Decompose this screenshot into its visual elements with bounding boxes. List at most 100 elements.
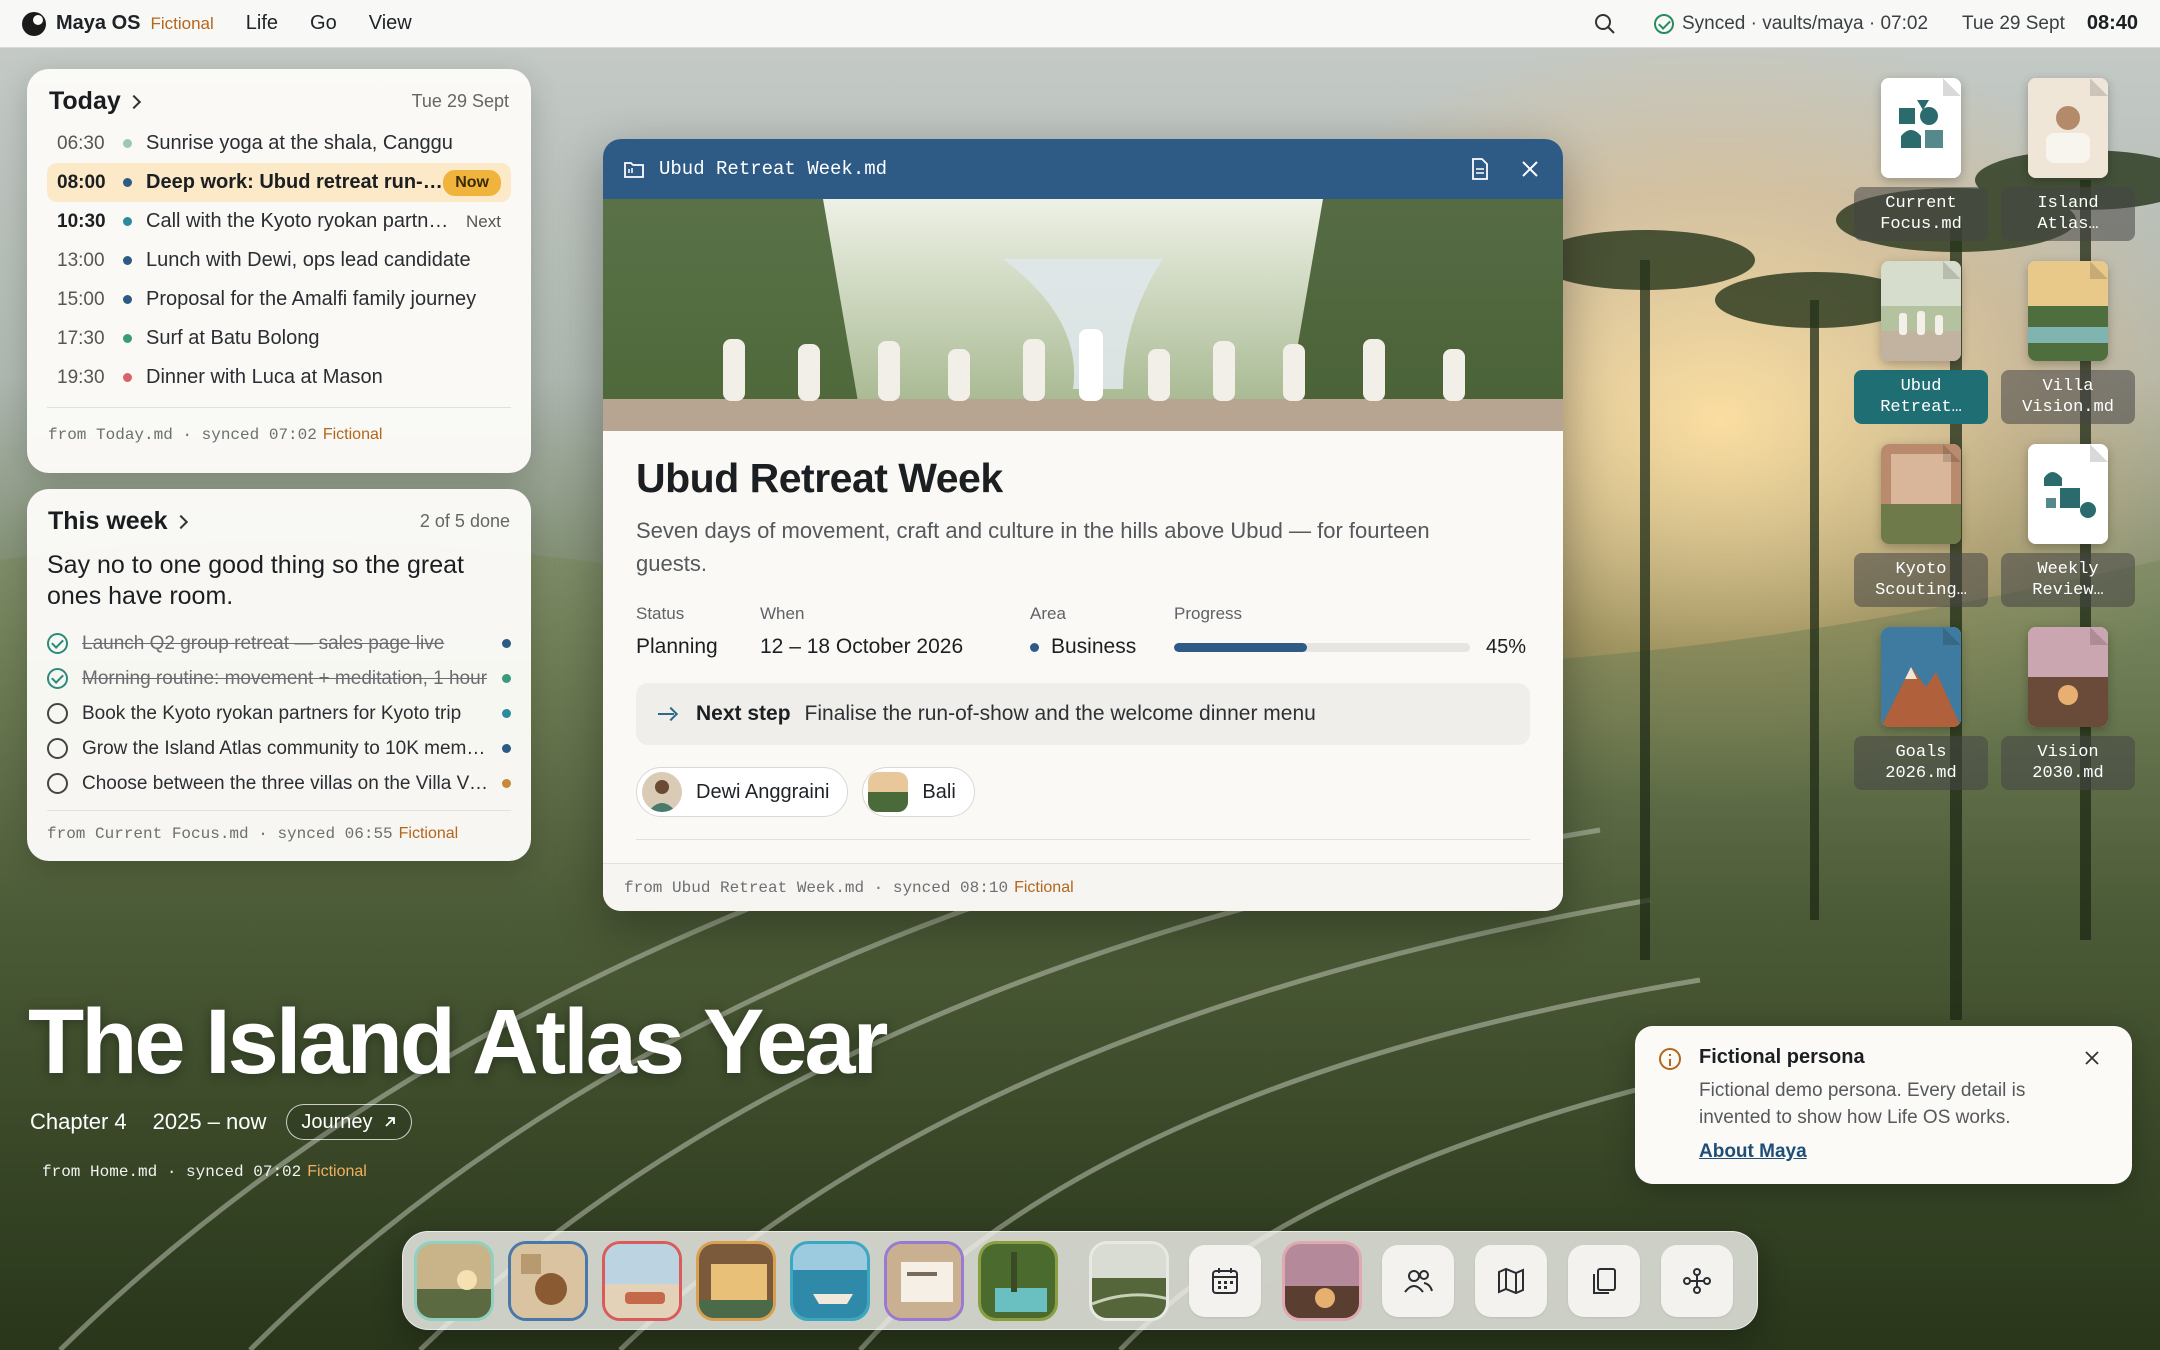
dock-documents-icon[interactable] (1568, 1244, 1640, 1317)
retreat-cover-image (603, 199, 1563, 431)
chevron-right-icon (173, 514, 188, 530)
menu-go[interactable]: Go (310, 12, 337, 35)
today-source: from Today.md · synced 07:02 Fictional (47, 426, 511, 444)
dock-app-dinner[interactable] (1282, 1240, 1362, 1321)
dock-app-boat[interactable] (790, 1240, 870, 1321)
menu-life[interactable]: Life (246, 12, 278, 35)
desktop-file-label: Weekly Review… (2001, 553, 2135, 607)
checked-circle-icon[interactable] (47, 668, 68, 689)
desktop-file-label: Goals 2026.md (1854, 736, 1988, 790)
desktop-file-goals-2026[interactable]: Goals 2026.md (1854, 627, 1988, 790)
search-icon[interactable] (1594, 13, 1616, 35)
event-color-dot (123, 256, 132, 265)
event-color-dot (123, 178, 132, 187)
window-titlebar[interactable]: Ubud Retreat Week.md (603, 139, 1563, 199)
today-event-row[interactable]: 19:30 Dinner with Luca at Mason (47, 358, 511, 397)
desktop-file-weekly-review[interactable]: Weekly Review… (2001, 444, 2135, 607)
toast-close-icon[interactable] (2084, 1050, 2100, 1071)
open-document-icon[interactable] (1467, 156, 1493, 182)
arrow-up-right-icon (384, 1117, 395, 1127)
event-time: 19:30 (57, 366, 105, 388)
dock-people-icon[interactable] (1382, 1244, 1454, 1317)
today-source-text[interactable]: from Today.md · synced 07:02 (48, 426, 317, 444)
week-task-row[interactable]: Choose between the three villas on the V… (47, 766, 511, 801)
window-fictional-tag: Fictional (1014, 878, 1074, 896)
event-title: Lunch with Dewi, ops lead candidate (146, 249, 471, 271)
area-value[interactable]: Business (1030, 635, 1174, 659)
today-event-row[interactable]: 15:00 Proposal for the Amalfi family jour… (47, 280, 511, 319)
unchecked-circle-icon[interactable] (47, 773, 68, 794)
task-text: Launch Q2 group retreat — sales page liv… (82, 632, 445, 654)
dock-connections-icon[interactable] (1661, 1244, 1733, 1317)
when-property: When 12 – 18 October 2026 (760, 604, 1030, 659)
dock-app-tea[interactable] (508, 1240, 588, 1321)
week-title: This week (48, 507, 168, 535)
desktop-file-kyoto-scouting[interactable]: Kyoto Scouting… (1854, 444, 1988, 607)
when-label: When (760, 604, 805, 623)
today-widget: Today Tue 29 Sept 06:30 Sunrise yoga at t… (27, 69, 531, 473)
area-text: Business (1051, 635, 1137, 658)
sync-status[interactable]: Synced · vaults/maya · 07:02 (1653, 13, 1928, 35)
menubar-date: Tue 29 Sept (1962, 12, 2065, 34)
desktop-file-ubud-retreat[interactable]: Ubud Retreat… (1854, 261, 1988, 424)
next-step-banner[interactable]: Next step Finalise the run-of-show and t… (636, 683, 1530, 745)
brand-fictional-tag: Fictional (150, 13, 214, 33)
journey-button[interactable]: Journey (286, 1104, 412, 1140)
person-chip[interactable]: Dewi Anggraini (636, 767, 849, 817)
week-task-row[interactable]: Launch Q2 group retreat — sales page liv… (47, 626, 511, 661)
window-source: from Ubud Retreat Week.md · synced 08:10… (603, 863, 1563, 911)
desktop-file-current-focus[interactable]: Current Focus.md (1854, 78, 1988, 241)
today-event-row[interactable]: 08:00 Deep work: Ubud retreat run-of-show… (47, 163, 511, 202)
event-time: 13:00 (57, 249, 105, 271)
dock-app-beach[interactable] (602, 1240, 682, 1321)
fictional-persona-toast: Fictional persona Fictional demo persona… (1635, 1026, 2132, 1184)
desktop-file-vision-2030[interactable]: Vision 2030.md (2001, 627, 2135, 790)
dock-app-sunrise[interactable] (414, 1240, 494, 1321)
home-title: The Island Atlas Year (28, 991, 888, 1093)
today-title-link[interactable]: Today (49, 87, 141, 116)
dock-app-villa[interactable] (696, 1240, 776, 1321)
today-title: Today (49, 87, 121, 115)
week-task-row[interactable]: Book the Kyoto ryokan partners for Kyoto… (47, 696, 511, 731)
current-focus-file-icon (1881, 78, 1961, 178)
close-icon[interactable] (1517, 156, 1543, 182)
villa-vision-file-icon (2028, 261, 2108, 361)
week-task-row[interactable]: Grow the Island Atlas community to 10K m… (47, 731, 511, 766)
window-source-text[interactable]: from Ubud Retreat Week.md · synced 08:10 (624, 879, 1008, 897)
place-chip[interactable]: Bali (862, 767, 975, 817)
status-value[interactable]: Planning (636, 635, 760, 659)
desktop-file-island-atlas[interactable]: Island Atlas… (2001, 78, 2135, 241)
unchecked-circle-icon[interactable] (47, 703, 68, 724)
today-event-row[interactable]: 13:00 Lunch with Dewi, ops lead candidate (47, 241, 511, 280)
week-title-link[interactable]: This week (48, 507, 188, 536)
today-event-row[interactable]: 10:30 Call with the Kyoto ryokan partners… (47, 202, 511, 241)
when-value[interactable]: 12 – 18 October 2026 (760, 635, 1030, 659)
brand-name[interactable]: Maya OS (56, 12, 140, 35)
dock-calendar-icon[interactable] (1189, 1244, 1261, 1317)
dock-app-terraces[interactable] (1089, 1240, 1169, 1321)
week-task-row[interactable]: Morning routine: movement + meditation, … (47, 661, 511, 696)
dock-map-icon[interactable] (1475, 1244, 1547, 1317)
week-source-text[interactable]: from Current Focus.md · synced 06:55 (47, 825, 393, 843)
document-heading: Ubud Retreat Week (636, 455, 1003, 501)
today-event-row[interactable]: 17:30 Surf at Batu Bolong (47, 319, 511, 358)
home-source-text[interactable]: from Home.md · synced 07:02 (42, 1163, 301, 1181)
progress-label: Progress (1174, 604, 1243, 623)
desktop-file-label: Kyoto Scouting… (1854, 553, 1988, 607)
checked-circle-icon[interactable] (47, 633, 68, 654)
avatar (642, 772, 682, 812)
today-event-row[interactable]: 06:30 Sunrise yoga at the shala, Canggu (47, 124, 511, 163)
area-property: Area Business (1030, 604, 1174, 659)
menu-bar: Maya OS Fictional Life Go View Synced · … (0, 0, 2160, 48)
dock-app-journal[interactable] (884, 1240, 964, 1321)
maya-logo-icon[interactable] (22, 11, 46, 36)
desktop-file-villa-vision[interactable]: Villa Vision.md (2001, 261, 2135, 424)
ubud-retreat-file-icon (1881, 261, 1961, 361)
menu-view[interactable]: View (369, 12, 412, 35)
unchecked-circle-icon[interactable] (47, 738, 68, 759)
week-fictional-tag: Fictional (398, 825, 459, 842)
dock-app-pool[interactable] (978, 1240, 1058, 1321)
task-color-dot (502, 639, 511, 648)
about-maya-link[interactable]: About Maya (1699, 1141, 2084, 1163)
vision-2030-file-icon (2028, 627, 2108, 727)
